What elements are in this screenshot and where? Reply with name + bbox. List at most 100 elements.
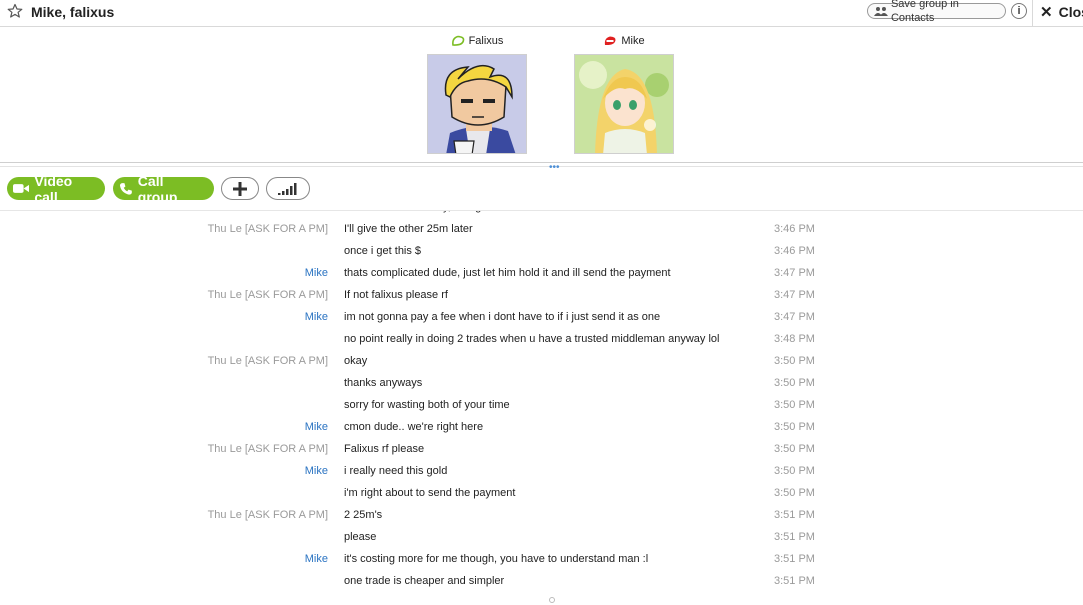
avatar[interactable] [427,54,527,154]
message-row: no point really in doing 2 trades when u… [0,328,1083,350]
save-group-button[interactable]: Save group in Contacts [867,0,1006,24]
message-sender[interactable]: Mike [305,548,328,570]
favorite-star-icon[interactable] [7,3,23,19]
message-time: 3:50 PM [774,465,815,477]
online-status-icon [451,35,464,46]
participants-divider-lower [0,166,1083,167]
message-sender[interactable]: Mike [305,306,328,328]
scroll-indicator-icon[interactable] [549,597,555,603]
message-time: 3:50 PM [774,487,815,499]
message-row: Mike thats complicated dude, just let him… [0,262,1083,284]
phone-icon [119,182,132,195]
message-row: Mike it's costing more for me though, you… [0,548,1083,570]
message-sender[interactable]: Falixus [293,211,328,218]
message-text: thats complicated dude, just let him hol… [344,267,671,279]
message-sender[interactable]: Thu Le [ASK FOR A PM] [208,350,328,372]
close-icon: ✕ [1040,4,1053,21]
participants-divider [0,162,1083,163]
message-text: 2 25m's [344,509,383,521]
participant-name: Mike [621,35,645,47]
message-time: 3:47 PM [774,267,815,279]
message-row: Mike cmon dude.. we're right here 3:50 PM [0,416,1083,438]
message-row: Mike i really need this gold 3:50 PM [0,460,1083,482]
message-time: 3:48 PM [774,333,815,345]
message-text: I'll give the other 25m later [344,223,473,235]
message-time: 3:47 PM [774,289,815,301]
resize-grip-icon[interactable]: ••• [549,162,560,173]
message-text: it's costing more for me though, you hav… [344,553,649,565]
title-bar: Mike, falixus Save group in Contacts i ✕… [0,0,1083,27]
message-time: 3:50 PM [774,355,815,367]
participant-falixus[interactable]: Falixus [427,33,527,154]
chat-history[interactable]: Falixus i have 2 25m can any, though 3:46 … [0,211,1083,599]
message-sender[interactable]: Thu Le [ASK FOR A PM] [208,438,328,460]
message-row: thanks anyways 3:50 PM [0,372,1083,394]
message-text: please [344,531,377,543]
avatar[interactable] [574,54,674,154]
video-call-button[interactable]: Video call [7,173,105,205]
message-sender[interactable]: Mike [305,416,328,438]
message-row: once i get this $ 3:46 PM [0,240,1083,262]
message-row: i'm right about to send the payment 3:50 … [0,482,1083,504]
message-time: 3:50 PM [774,399,815,411]
participant-mike[interactable]: Mike [574,33,674,154]
message-time: 3:51 PM [774,531,815,543]
message-row: Mike im not gonna pay a fee when i dont h… [0,306,1083,328]
plus-icon [233,181,247,196]
message-row: Thu Le [ASK FOR A PM] I'll give the other… [0,218,1083,240]
message-text: one trade is cheaper and simpler [344,575,505,587]
video-call-label: Video call [34,172,73,205]
message-text: If not falixus please rf [344,289,448,301]
message-row: Falixus i have 2 25m can any, though 3:46 … [0,211,1083,218]
message-text: sorry for wasting both of your time [344,399,510,411]
message-text: cmon dude.. we're right here [344,421,484,433]
message-text: once i get this $ [344,245,422,257]
message-time: 3:51 PM [774,509,815,521]
message-row: please 3:51 PM [0,526,1083,548]
message-time: 3:50 PM [774,443,815,455]
message-time: 3:51 PM [774,553,815,565]
close-button[interactable]: ✕ Clos [1040,3,1083,21]
save-group-label: Save group in Contacts [890,0,959,24]
message-sender[interactable]: Thu Le [ASK FOR A PM] [208,218,328,240]
group-icon [874,7,888,16]
message-row: Thu Le [ASK FOR A PM] okay 3:50 PM [0,350,1083,372]
message-text: i'm right about to send the payment [344,487,516,499]
message-time: 3:50 PM [774,421,815,433]
message-text: i have 2 25m can any, though [344,211,488,218]
message-sender[interactable]: Thu Le [ASK FOR A PM] [208,284,328,306]
message-row: Thu Le [ASK FOR A PM] Falixus rf please 3:… [0,438,1083,460]
title-separator [1032,0,1033,26]
message-row: one trade is cheaper and simpler 3:51 PM [0,570,1083,592]
participant-name: Falixus [468,35,504,47]
message-text: Falixus rf please [344,443,425,455]
message-text: okay [344,355,368,367]
message-time: 3:51 PM [774,575,815,587]
message-time: 3:46 PM [774,211,815,218]
info-icon[interactable]: i [1011,3,1027,19]
close-label: Clos [1058,4,1083,20]
signal-bars-icon [278,182,297,195]
message-time: 3:47 PM [774,311,815,323]
message-time: 3:50 PM [774,377,815,389]
message-text: no point really in doing 2 trades when u… [344,333,720,345]
message-row: Thu Le [ASK FOR A PM] If not falixus plea… [0,284,1083,306]
message-sender[interactable]: Mike [305,262,328,284]
message-sender[interactable]: Thu Le [ASK FOR A PM] [208,504,328,526]
call-quality-button[interactable] [266,177,310,200]
message-row: Thu Le [ASK FOR A PM] 2 25m's 3:51 PM [0,504,1083,526]
message-sender[interactable]: Mike [305,460,328,482]
conversation-title: Mike, falixus [31,4,115,20]
call-group-button[interactable]: Call group [113,173,214,205]
busy-status-icon [605,36,616,46]
message-text: im not gonna pay a fee when i dont have … [344,311,661,323]
video-camera-icon [13,184,30,193]
call-toolbar: Video call Call group [0,173,1083,205]
message-text: i really need this gold [344,465,448,477]
message-time: 3:46 PM [774,245,815,257]
call-group-label: Call group [137,172,178,205]
message-text: thanks anyways [344,377,423,389]
add-button[interactable] [221,177,259,200]
message-row: sorry for wasting both of your time 3:50 … [0,394,1083,416]
message-time: 3:46 PM [774,223,815,235]
